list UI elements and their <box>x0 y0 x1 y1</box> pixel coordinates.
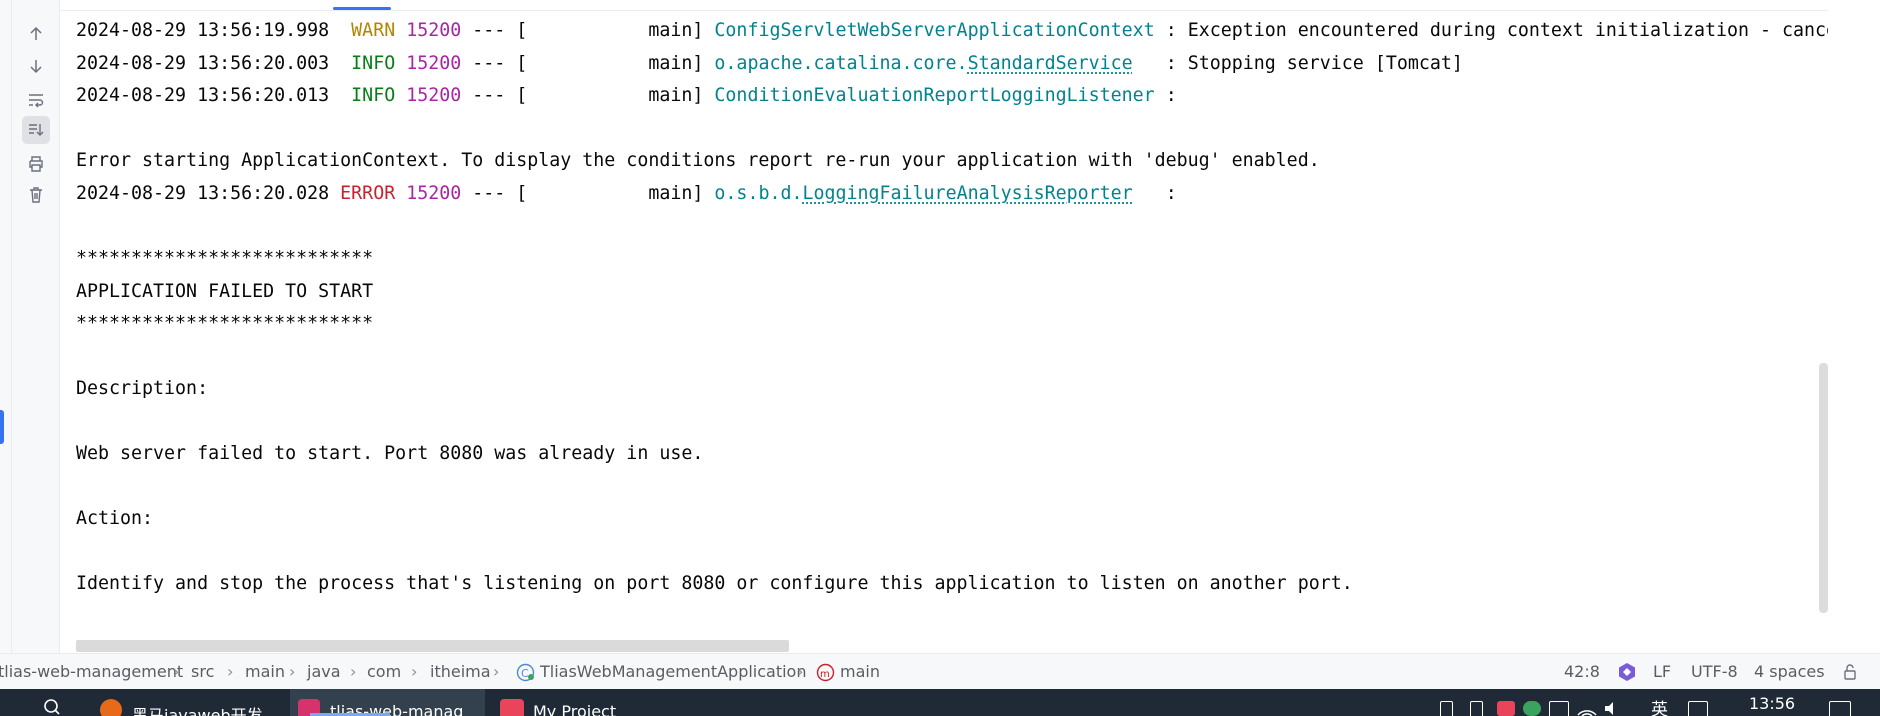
breadcrumb-separator: › <box>411 662 418 681</box>
log-thread: --- [ main] <box>472 85 704 106</box>
breadcrumb-separator: › <box>350 662 357 681</box>
breadcrumb-item[interactable]: main <box>840 654 880 690</box>
svg-text:C: C <box>521 667 529 680</box>
active-tab-indicator <box>333 7 391 10</box>
log-thread: --- [ main] <box>472 20 704 41</box>
horizontal-scrollbar-thumb[interactable] <box>76 640 789 652</box>
breadcrumb-separator: › <box>289 662 296 681</box>
log-logger-link[interactable]: StandardService <box>968 53 1133 74</box>
trash-icon[interactable] <box>22 181 50 209</box>
log-message: : Exception encountered during context i… <box>1165 20 1828 41</box>
log-line: 2024-08-29 13:56:20.003 INFO 15200 --- [… <box>76 48 1463 80</box>
wifi-icon[interactable] <box>1576 702 1598 716</box>
log-thread: --- [ main] <box>472 183 704 204</box>
log-message: : <box>1143 183 1177 204</box>
windows-taskbar: 黑马javaweb开发 tlias-web-manag My Project 英… <box>0 689 1880 716</box>
log-logger[interactable]: ConfigServletWebServerApplicationContext <box>714 20 1154 41</box>
console-toolbar <box>12 0 60 653</box>
tray-icon[interactable] <box>1549 701 1569 716</box>
wechat-icon[interactable] <box>1523 701 1541 716</box>
log-message: : <box>1165 85 1177 106</box>
breadcrumb-separator: › <box>173 662 180 681</box>
log-pid: 15200 <box>406 53 462 74</box>
log-timestamp: 2024-08-29 13:56:20.028 <box>76 183 330 204</box>
caret-position[interactable]: 42:8 <box>1564 654 1600 690</box>
log-level: ERROR <box>340 183 396 204</box>
console-output[interactable]: 2024-08-29 13:56:19.998 WARN 15200 --- [… <box>60 12 1828 640</box>
description-label: Description: <box>76 378 209 399</box>
log-timestamp: 2024-08-29 13:56:20.013 <box>76 85 330 106</box>
ai-assistant-icon[interactable] <box>1616 654 1638 690</box>
log-pid: 15200 <box>406 183 462 204</box>
log-thread: --- [ main] <box>472 53 704 74</box>
arrow-up-icon[interactable] <box>22 20 50 48</box>
tray-icon[interactable] <box>1688 701 1708 716</box>
log-line: 2024-08-29 13:56:20.028 ERROR 15200 --- … <box>76 178 1177 210</box>
method-icon: m <box>816 654 835 690</box>
action-label: Action: <box>76 508 154 529</box>
tab-strip <box>60 0 1828 11</box>
action-text: Identify and stop the process that's lis… <box>76 573 1353 594</box>
taskbar-item-label: My Project <box>533 702 617 716</box>
log-level: WARN <box>340 20 396 41</box>
log-line: 2024-08-29 13:56:20.013 INFO 15200 --- [… <box>76 80 1177 112</box>
indent-setting[interactable]: 4 spaces <box>1754 654 1825 690</box>
status-bar: tlias-web-management › src › main › java… <box>0 653 1880 690</box>
breadcrumb-item[interactable]: tlias-web-management <box>0 654 183 690</box>
log-message: : Stopping service [Tomcat] <box>1143 53 1463 74</box>
breadcrumb-separator: › <box>493 662 500 681</box>
volume-icon[interactable] <box>1603 701 1621 716</box>
log-logger-prefix: o.apache.catalina.core. <box>714 53 968 74</box>
breadcrumb-item[interactable]: java <box>307 654 341 690</box>
log-logger[interactable]: ConditionEvaluationReportLoggingListener <box>714 85 1154 106</box>
log-timestamp: 2024-08-29 13:56:19.998 <box>76 20 330 41</box>
taskbar-item-intellij[interactable]: tlias-web-manag <box>290 689 485 716</box>
lock-icon[interactable] <box>1841 654 1859 690</box>
spring-boot-class-icon: C <box>516 654 535 690</box>
search-icon[interactable] <box>42 689 62 716</box>
arrow-down-icon[interactable] <box>22 52 50 80</box>
notification-icon[interactable] <box>1829 701 1851 716</box>
svg-text:m: m <box>820 669 830 680</box>
breadcrumb-item[interactable]: com <box>367 654 401 690</box>
taskbar-item-project[interactable]: My Project <box>495 689 685 716</box>
file-encoding[interactable]: UTF-8 <box>1691 654 1738 690</box>
log-logger-prefix: o.s.b.d. <box>714 183 803 204</box>
breadcrumb-item[interactable]: main <box>245 654 285 690</box>
vertical-scrollbar-thumb[interactable] <box>1819 363 1828 613</box>
project-icon <box>500 699 524 716</box>
soft-wrap-icon[interactable] <box>22 86 50 114</box>
taskbar-item-label: 黑马javaweb开发 <box>132 706 263 716</box>
scroll-to-end-icon[interactable] <box>22 116 50 144</box>
description-text: Web server failed to start. Port 8080 wa… <box>76 443 704 464</box>
log-level: INFO <box>340 85 396 106</box>
breadcrumb-item[interactable]: TliasWebManagementApplication <box>540 654 806 690</box>
tray-icon[interactable] <box>1440 701 1453 716</box>
log-pid: 15200 <box>406 20 462 41</box>
stars-line: *************************** <box>76 248 374 269</box>
tray-app-icon[interactable] <box>1497 701 1515 716</box>
taskbar-item-browser[interactable]: 黑马javaweb开发 <box>92 689 282 716</box>
failed-line: APPLICATION FAILED TO START <box>76 281 374 302</box>
focus-marker <box>0 410 4 444</box>
browser-icon <box>100 699 122 716</box>
outer-tool-strip <box>0 0 12 653</box>
tray-icon[interactable] <box>1470 701 1483 716</box>
line-ending[interactable]: LF <box>1653 654 1671 690</box>
breadcrumb-separator: › <box>797 662 804 681</box>
print-icon[interactable] <box>22 150 50 178</box>
breadcrumb-item[interactable]: src <box>191 654 214 690</box>
stars-line: *************************** <box>76 313 374 334</box>
breadcrumb-separator: › <box>227 662 234 681</box>
log-timestamp: 2024-08-29 13:56:20.003 <box>76 53 330 74</box>
breadcrumb-item[interactable]: itheima <box>430 654 491 690</box>
ime-indicator[interactable]: 英 <box>1651 695 1668 716</box>
clock[interactable]: 13:56 <box>1749 694 1795 713</box>
log-level: INFO <box>340 53 396 74</box>
log-line: 2024-08-29 13:56:19.998 WARN 15200 --- [… <box>76 15 1828 47</box>
log-pid: 15200 <box>406 85 462 106</box>
log-logger-link[interactable]: LoggingFailureAnalysisReporter <box>802 183 1132 204</box>
error-start-line: Error starting ApplicationContext. To di… <box>76 150 1320 171</box>
